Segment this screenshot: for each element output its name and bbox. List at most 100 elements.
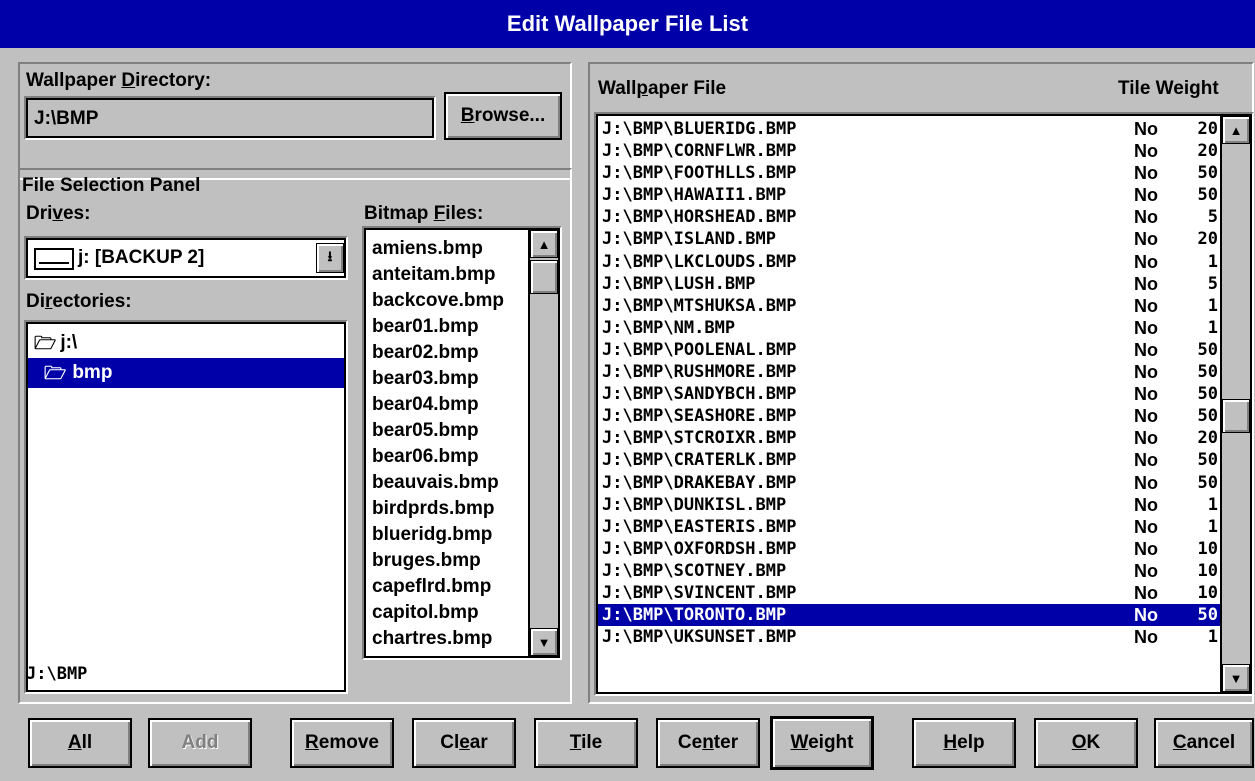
weight-value: 50 bbox=[1197, 362, 1218, 383]
wallpaper-row[interactable]: J:\BMP\DUNKISL.BMP No 1 bbox=[598, 494, 1222, 516]
ok-button[interactable]: OK bbox=[1034, 718, 1138, 768]
tile-value: No bbox=[1134, 362, 1158, 383]
tile-value: No bbox=[1134, 119, 1158, 139]
directories-list[interactable]: 🗁 j:\ 🗁 bmp bbox=[24, 320, 348, 694]
wallpaper-directory-value: J:\BMP bbox=[26, 98, 434, 138]
wallpaper-row[interactable]: J:\BMP\OXFORDSH.BMP No 10 bbox=[598, 538, 1222, 560]
bitmap-file-item[interactable]: beauvais.bmp bbox=[366, 470, 534, 496]
wallpaper-row[interactable]: J:\BMP\SANDYBCH.BMP No 50 bbox=[598, 383, 1222, 405]
weight-value: 1 bbox=[1207, 627, 1218, 648]
center-button[interactable]: Center bbox=[656, 718, 760, 768]
wallpaper-path: J:\BMP\SVINCENT.BMP bbox=[602, 582, 797, 603]
bitmap-file-item[interactable]: bear04.bmp bbox=[366, 392, 534, 418]
scroll-thumb[interactable] bbox=[530, 260, 558, 294]
wallpaper-row[interactable]: J:\BMP\EASTERIS.BMP No 1 bbox=[598, 516, 1222, 538]
directory-name: bmp bbox=[72, 362, 113, 383]
bitmap-file-item[interactable]: amiens.bmp bbox=[366, 236, 534, 262]
scroll-down-arrow-icon[interactable]: ▼ bbox=[1222, 664, 1250, 692]
drives-dropdown-button[interactable]: ⭳ bbox=[316, 243, 344, 273]
bitmap-file-item[interactable]: backcove.bmp bbox=[366, 288, 534, 314]
wallpaper-path: J:\BMP\CORNFLWR.BMP bbox=[602, 141, 797, 162]
scroll-up-arrow-icon[interactable]: ▲ bbox=[1222, 116, 1250, 144]
wallpaper-row[interactable]: J:\BMP\SEASHORE.BMP No 50 bbox=[598, 405, 1222, 427]
wallpaper-row[interactable]: J:\BMP\FOOTHLLS.BMP No 50 bbox=[598, 162, 1222, 184]
wallpaper-row[interactable]: J:\BMP\UKSUNSET.BMP No 1 bbox=[598, 626, 1222, 648]
wallpaper-row[interactable]: J:\BMP\HAWAII1.BMP No 50 bbox=[598, 184, 1222, 206]
bitmap-file-item[interactable]: bear02.bmp bbox=[366, 340, 534, 366]
all-button[interactable]: All bbox=[28, 718, 132, 768]
tile-value: No bbox=[1134, 428, 1158, 449]
weight-value: 5 bbox=[1207, 207, 1218, 228]
wallpaper-row[interactable]: J:\BMP\POOLENAL.BMP No 50 bbox=[598, 339, 1222, 361]
tile-value: No bbox=[1134, 185, 1158, 206]
wallpaper-row[interactable]: J:\BMP\CORNFLWR.BMP No 20 bbox=[598, 140, 1222, 162]
wallpaper-path: J:\BMP\FOOTHLLS.BMP bbox=[602, 163, 797, 184]
tile-value: No bbox=[1134, 317, 1158, 338]
bitmap-file-item[interactable]: capeflrd.bmp bbox=[366, 574, 534, 600]
remove-button[interactable]: Remove bbox=[290, 718, 394, 768]
browse-button[interactable]: Browse... bbox=[444, 92, 562, 140]
wallpaper-path: J:\BMP\CRATERLK.BMP bbox=[602, 450, 797, 471]
scroll-up-arrow-icon[interactable]: ▲ bbox=[530, 230, 558, 258]
wallpaper-path: J:\BMP\SANDYBCH.BMP bbox=[602, 384, 797, 405]
weight-value: 1 bbox=[1207, 494, 1218, 515]
bitmap-file-item[interactable]: bruges.bmp bbox=[366, 548, 534, 574]
bitmap-file-item[interactable]: bear01.bmp bbox=[366, 314, 534, 340]
wallpaper-row[interactable]: J:\BMP\SCOTNEY.BMP No 10 bbox=[598, 560, 1222, 582]
bitmap-file-item[interactable]: bear05.bmp bbox=[366, 418, 534, 444]
title-bar: Edit Wallpaper File List bbox=[0, 0, 1255, 48]
tile-value: No bbox=[1134, 494, 1158, 515]
wallpaper-row[interactable]: J:\BMP\DRAKEBAY.BMP No 50 bbox=[598, 472, 1222, 494]
tile-value: No bbox=[1134, 605, 1158, 626]
wallpaper-row[interactable]: J:\BMP\MTSHUKSA.BMP No 1 bbox=[598, 295, 1222, 317]
directory-item-bmp[interactable]: 🗁 bmp bbox=[28, 358, 344, 388]
tile-value: No bbox=[1134, 516, 1158, 537]
drive-icon bbox=[34, 248, 74, 270]
wallpaper-row[interactable]: J:\BMP\ISLAND.BMP No 20 bbox=[598, 228, 1222, 250]
drives-select[interactable]: j: [BACKUP 2] ⭳ bbox=[24, 236, 348, 280]
bitmap-file-item[interactable]: anteitam.bmp bbox=[366, 262, 534, 288]
bitmap-file-item[interactable]: capitol.bmp bbox=[366, 600, 534, 626]
wallpaper-path: J:\BMP\HAWAII1.BMP bbox=[602, 185, 787, 206]
add-button[interactable]: Add bbox=[148, 718, 252, 768]
tile-value: No bbox=[1134, 295, 1158, 316]
wallpaper-row[interactable]: J:\BMP\NM.BMP No 1 bbox=[598, 317, 1222, 339]
drives-label: Drives: bbox=[26, 203, 91, 224]
bitmap-file-item[interactable]: blueridg.bmp bbox=[366, 522, 534, 548]
wallpaper-row[interactable]: J:\BMP\STCROIXR.BMP No 20 bbox=[598, 427, 1222, 449]
clear-button[interactable]: Clear bbox=[412, 718, 516, 768]
bitmap-files-scrollbar[interactable]: ▲ ▼ bbox=[528, 230, 558, 656]
wallpaper-path: J:\BMP\TORONTO.BMP bbox=[602, 605, 787, 626]
bitmap-file-item[interactable]: birdprds.bmp bbox=[366, 496, 534, 522]
weight-value: 1 bbox=[1207, 295, 1218, 316]
wallpaper-row[interactable]: J:\BMP\CRATERLK.BMP No 50 bbox=[598, 449, 1222, 471]
wallpaper-row[interactable]: J:\BMP\TORONTO.BMP No 50 bbox=[598, 604, 1222, 627]
wallpaper-path: J:\BMP\MTSHUKSA.BMP bbox=[602, 295, 797, 316]
tile-value: No bbox=[1134, 163, 1158, 184]
bitmap-file-item[interactable]: chartres.bmp bbox=[366, 626, 534, 652]
wallpaper-row[interactable]: J:\BMP\HORSHEAD.BMP No 5 bbox=[598, 206, 1222, 228]
tile-value: No bbox=[1134, 627, 1158, 648]
wallpaper-row[interactable]: J:\BMP\LKCLOUDS.BMP No 1 bbox=[598, 251, 1222, 273]
help-button[interactable]: Help bbox=[912, 718, 1016, 768]
tile-value: No bbox=[1134, 406, 1158, 427]
wallpaper-row[interactable]: J:\BMP\LUSH.BMP No 5 bbox=[598, 273, 1222, 295]
bitmap-file-item[interactable]: bear03.bmp bbox=[366, 366, 534, 392]
weight-button[interactable]: Weight bbox=[770, 716, 874, 770]
tile-value: No bbox=[1134, 582, 1158, 603]
wallpaper-file-list[interactable]: J:\BMP\BLUERIDG.BMP No 20 J:\BMP\CORNFLWR.B… bbox=[594, 112, 1254, 696]
wallpaper-row[interactable]: J:\BMP\BLUERIDG.BMP No 20 bbox=[598, 118, 1222, 140]
cancel-button[interactable]: Cancel bbox=[1154, 718, 1254, 768]
tile-button[interactable]: Tile bbox=[534, 718, 638, 768]
wallpaper-row[interactable]: J:\BMP\RUSHMORE.BMP No 50 bbox=[598, 361, 1222, 383]
bitmap-files-list[interactable]: amiens.bmp anteitam.bmp backcove.bmp bear01… bbox=[362, 226, 562, 660]
wallpaper-directory-field[interactable]: J:\BMP bbox=[24, 96, 436, 140]
wallpaper-path: J:\BMP\HORSHEAD.BMP bbox=[602, 207, 797, 228]
bitmap-file-item[interactable]: bear06.bmp bbox=[366, 444, 534, 470]
scroll-down-arrow-icon[interactable]: ▼ bbox=[530, 628, 558, 656]
scroll-thumb[interactable] bbox=[1222, 398, 1250, 433]
wallpaper-list-scrollbar[interactable]: ▲ ▼ bbox=[1220, 116, 1250, 692]
current-path: J:\BMP bbox=[26, 664, 88, 684]
directory-item-root[interactable]: 🗁 j:\ bbox=[28, 328, 344, 358]
wallpaper-row[interactable]: J:\BMP\SVINCENT.BMP No 10 bbox=[598, 582, 1222, 604]
